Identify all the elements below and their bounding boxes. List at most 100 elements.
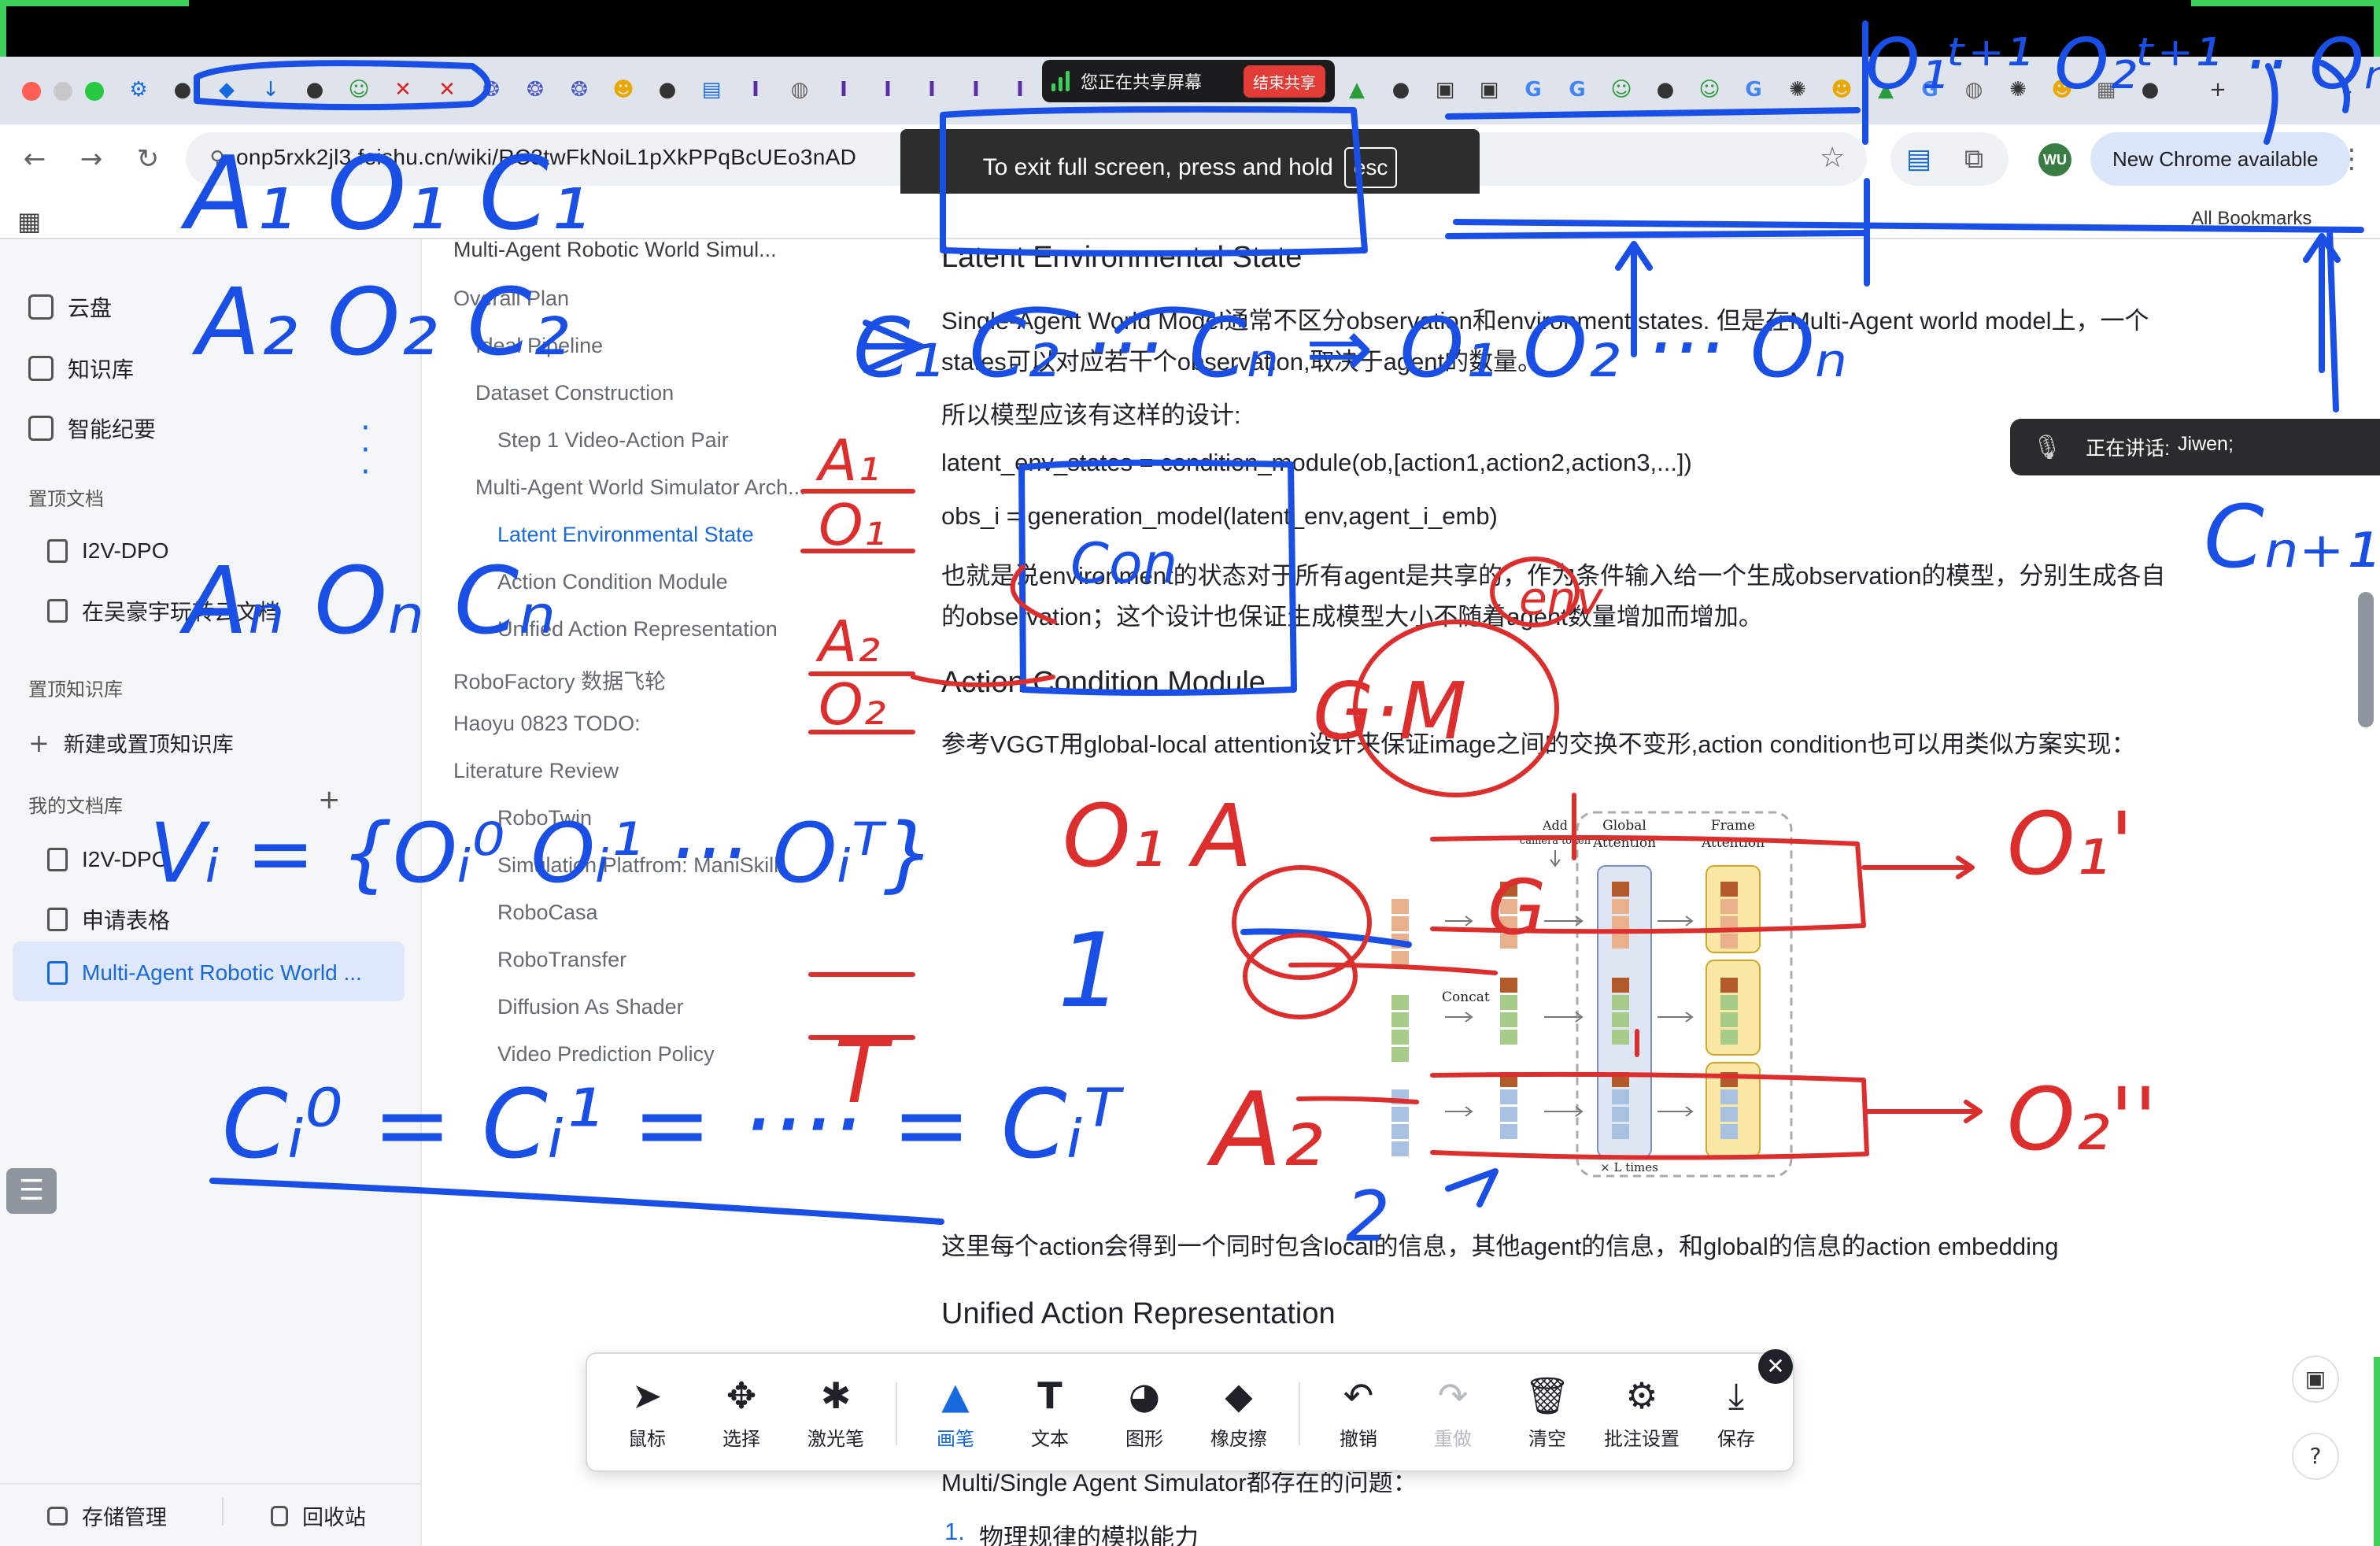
tab-i4-icon[interactable]: I — [918, 76, 946, 104]
tab-github2-icon[interactable]: ● — [653, 76, 682, 104]
tool-eraser[interactable]: ◆ 橡皮擦 — [1199, 1373, 1278, 1451]
maximize-window-button[interactable] — [85, 82, 104, 101]
tool-save[interactable]: ⤓ 保存 — [1697, 1373, 1776, 1451]
tab-i2-icon[interactable]: I — [830, 76, 858, 104]
tab-google2-icon[interactable]: G — [1563, 76, 1591, 104]
more-dots-icon[interactable]: · · · — [360, 412, 376, 488]
extensions-puzzle-icon[interactable]: ⧉ — [1955, 140, 1993, 178]
new-tab-icon[interactable]: + — [2204, 76, 2232, 104]
tab-notion-icon[interactable]: ▣ — [1431, 76, 1459, 104]
outline-item[interactable]: Step 1 Video-Action Pair — [497, 428, 729, 453]
outline-item[interactable]: Diffusion As Shader — [497, 995, 684, 1019]
tab-x-icon[interactable]: ✕ — [389, 76, 417, 104]
tab-github5-icon[interactable]: ● — [2136, 76, 2164, 104]
sidebar-reader-icon[interactable]: ▤ — [1900, 140, 1938, 178]
close-window-button[interactable] — [22, 82, 41, 101]
tab-smile-icon[interactable]: ☺ — [345, 76, 373, 104]
tool-shape[interactable]: ◕ 图形 — [1105, 1373, 1184, 1451]
all-bookmarks-button[interactable]: All Bookmarks — [2191, 208, 2312, 230]
outline-item[interactable]: Action Condition Module — [497, 570, 728, 594]
tab-globe2-icon[interactable]: ◍ — [1960, 76, 1988, 104]
stop-share-button[interactable]: 结束共享 — [1244, 65, 1325, 98]
trash-button[interactable]: 回收站 — [271, 1500, 366, 1531]
close-toolbar-icon[interactable]: ✕ — [1758, 1349, 1793, 1384]
tab-x2-icon[interactable]: ✕ — [433, 76, 461, 104]
new-pinned-wiki-button[interactable]: + 新建或置顶知识库 — [28, 727, 234, 758]
tab-gear-icon[interactable]: ⚙ — [124, 76, 153, 104]
tab-hf3-icon[interactable]: ☻ — [2048, 76, 2076, 104]
tab-arxiv3-icon[interactable]: ❂ — [565, 76, 593, 104]
pinned-doc-item[interactable]: I2V-DPO — [47, 538, 168, 564]
outline-item[interactable]: RoboCasa — [497, 901, 598, 925]
url-text[interactable]: onp5rxk2jl3.feishu.cn/wiki/RC3twFkNoiL1p… — [236, 145, 856, 170]
tab-notion2-icon[interactable]: ▣ — [1475, 76, 1503, 104]
my-doc-item[interactable]: I2V-DPO — [47, 847, 168, 872]
outline-item[interactable]: Unified Action Representation — [497, 617, 778, 642]
outline-item-active[interactable]: Latent Environmental State — [497, 523, 754, 547]
tab-doc-icon[interactable]: ▤ — [697, 76, 726, 104]
tab-i3-icon[interactable]: I — [874, 76, 902, 104]
outline-item[interactable]: Dataset Construction — [475, 381, 674, 405]
tab-github3-icon[interactable]: ● — [1387, 76, 1415, 104]
apps-grid-icon[interactable]: ▦ — [17, 206, 41, 236]
tool-laser[interactable]: ✱ 激光笔 — [796, 1373, 875, 1451]
tab-hf-icon[interactable]: ☻ — [609, 76, 638, 104]
forward-arrow-icon[interactable]: → — [72, 140, 110, 178]
tab-arxiv-icon[interactable]: ❂ — [477, 76, 505, 104]
tab-shield-icon[interactable]: ◆ — [213, 76, 241, 104]
tab-google-icon[interactable]: G — [1519, 76, 1547, 104]
chrome-menu-icon[interactable]: ⋮ — [2333, 140, 2371, 178]
new-chrome-button[interactable]: New Chrome available — [2090, 132, 2350, 186]
tab-arxiv2-icon[interactable]: ❂ — [521, 76, 549, 104]
tab-download-icon[interactable]: ↓ — [257, 76, 285, 104]
tool-select[interactable]: ✥ 选择 — [702, 1373, 781, 1451]
tool-pen[interactable]: ▲ 画笔 — [916, 1373, 995, 1451]
outline-toggle-icon[interactable]: ☰ — [6, 1168, 57, 1214]
reload-icon[interactable]: ↻ — [129, 140, 167, 178]
tool-clear[interactable]: 🗑 清空 — [1508, 1373, 1587, 1451]
tab-drive-icon[interactable]: ▲ — [1343, 76, 1371, 104]
my-doc-item-active[interactable]: Multi-Agent Robotic World ... — [47, 960, 362, 986]
tab-hf2-icon[interactable]: ☻ — [1828, 76, 1856, 104]
back-arrow-icon[interactable]: ← — [16, 140, 54, 178]
sidebar-item-minutes[interactable]: 智能纪要 — [28, 412, 156, 444]
minimize-window-button[interactable] — [54, 82, 72, 101]
doc-side-panel-icon[interactable]: ▣ — [2292, 1356, 2339, 1403]
tab-i5-icon[interactable]: I — [962, 76, 990, 104]
profile-avatar[interactable]: WU — [2038, 143, 2071, 176]
add-library-plus-icon[interactable]: + — [318, 784, 341, 816]
outline-item[interactable]: Simulation Platfrom: ManiSkill — [497, 853, 778, 878]
outline-item[interactable]: Overall Plan — [453, 287, 569, 311]
tab-github-icon[interactable]: ● — [301, 76, 329, 104]
tool-undo[interactable]: ↶ 撤销 — [1319, 1373, 1398, 1451]
outline-item[interactable]: Multi-Agent Robotic World Simul... — [453, 238, 777, 262]
tab-smile2-icon[interactable]: ☺ — [1607, 76, 1635, 104]
tab-i6-icon[interactable]: I — [1006, 76, 1034, 104]
sidebar-item-wiki[interactable]: 知识库 — [28, 353, 134, 384]
content-scrollbar[interactable] — [2358, 592, 2374, 727]
site-info-icon[interactable]: ⚲ — [198, 140, 236, 178]
tab-search-chevron-icon[interactable]: ⌄ — [2333, 76, 2361, 104]
tab-google3-icon[interactable]: G — [1739, 76, 1768, 104]
outline-item[interactable]: Multi-Agent World Simulator Arch... — [475, 475, 806, 500]
tab-image-icon[interactable]: ▦ — [2092, 76, 2120, 104]
tab-openai-icon[interactable]: ✺ — [1783, 76, 1812, 104]
storage-management-button[interactable]: 存储管理 — [47, 1500, 167, 1531]
outline-item[interactable]: RoboTransfer — [497, 948, 626, 972]
outline-item[interactable]: Haoyu 0823 TODO: — [453, 712, 641, 736]
tab-google4-icon[interactable]: G — [1916, 76, 1944, 104]
tab-link-icon[interactable]: ● — [168, 76, 197, 104]
bookmark-star-icon[interactable]: ☆ — [1820, 142, 1845, 174]
tool-redo[interactable]: ↷ 重做 — [1414, 1373, 1492, 1451]
outline-item[interactable]: RoboTwin — [497, 806, 592, 830]
help-question-icon[interactable]: ? — [2292, 1433, 2339, 1480]
pinned-doc-item[interactable]: 在吴豪宇玩转云文档 — [47, 595, 280, 627]
outline-item[interactable]: Video Prediction Policy — [497, 1042, 715, 1067]
tool-pointer[interactable]: ➤ 鼠标 — [608, 1373, 686, 1451]
tab-openai2-icon[interactable]: ✺ — [2004, 76, 2032, 104]
tool-text[interactable]: T 文本 — [1011, 1373, 1089, 1451]
outline-item[interactable]: Literature Review — [453, 759, 619, 783]
my-doc-item[interactable]: 申请表格 — [47, 904, 170, 935]
tool-annotation-settings[interactable]: ⚙ 批注设置 — [1602, 1373, 1681, 1451]
tab-smile3-icon[interactable]: ☺ — [1695, 76, 1724, 104]
